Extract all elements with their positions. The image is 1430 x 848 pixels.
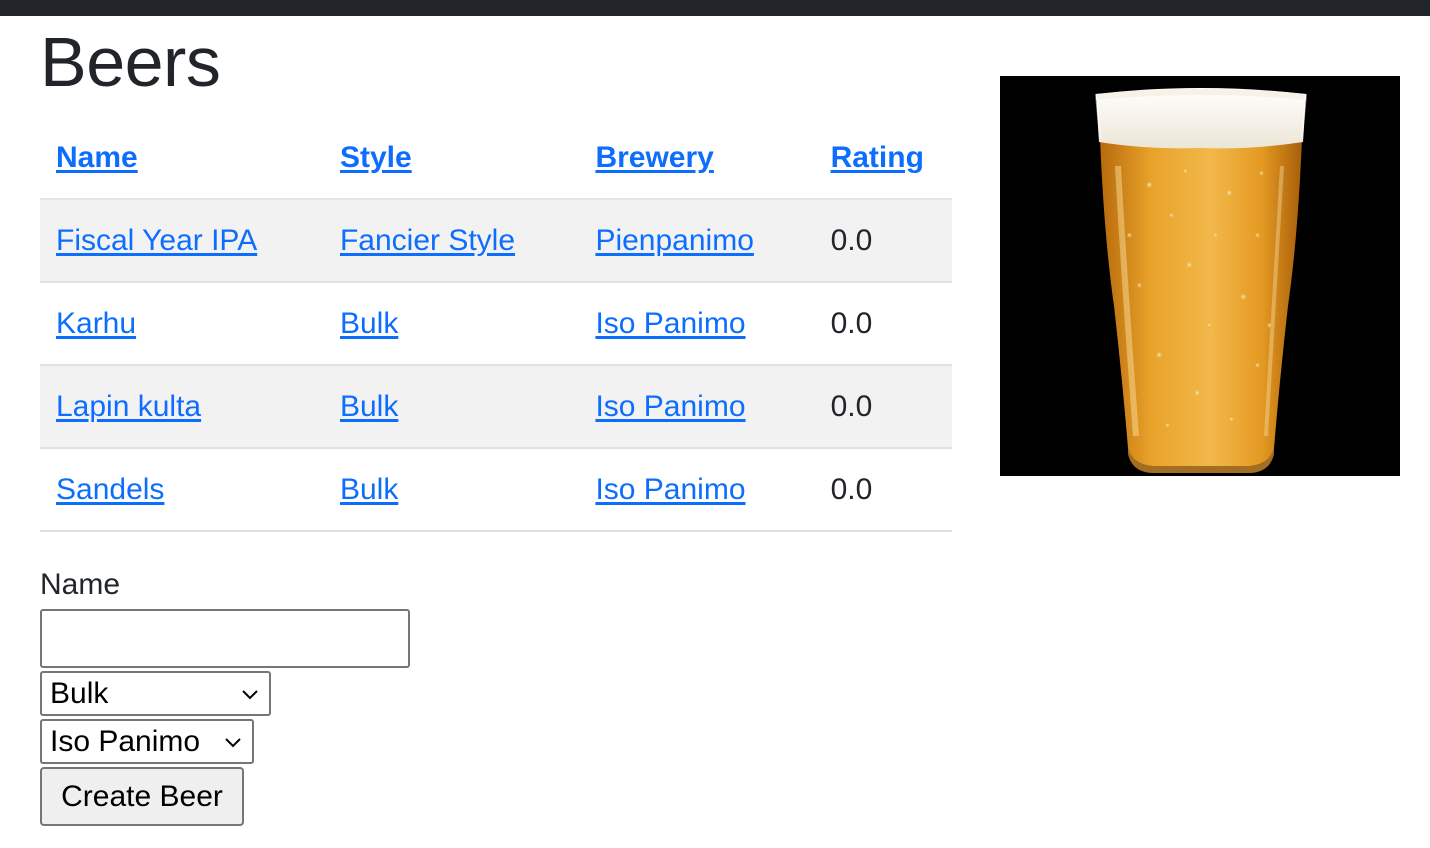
style-link[interactable]: Bulk [340, 307, 398, 340]
cell-rating: 0.0 [814, 282, 952, 366]
table-row: Lapin kulta Bulk Iso Panimo 0.0 [40, 365, 952, 449]
beer-name-link[interactable]: Sandels [56, 473, 164, 506]
sort-by-style-link[interactable]: Style [340, 141, 412, 174]
brewery-select-value: Iso Panimo [50, 724, 201, 758]
page-title: Beers [40, 23, 221, 101]
brewery-link[interactable]: Iso Panimo [595, 307, 745, 340]
table-row: Karhu Bulk Iso Panimo 0.0 [40, 282, 952, 366]
brewery-link[interactable]: Iso Panimo [595, 390, 745, 423]
style-link[interactable]: Fancier Style [340, 224, 515, 257]
table-header-row: Name Style Brewery Rating [40, 118, 952, 200]
style-select[interactable]: Bulk [40, 671, 271, 716]
beer-glass-illustration [1095, 88, 1307, 473]
cell-name: Sandels [40, 448, 324, 532]
brewery-select[interactable]: Iso Panimo [40, 719, 254, 764]
table-row: Sandels Bulk Iso Panimo 0.0 [40, 448, 952, 532]
header-rating: Rating [814, 118, 952, 200]
create-beer-form: Name Bulk Iso Panimo Create Beer [40, 566, 410, 826]
beer-name-link[interactable]: Lapin kulta [56, 390, 201, 423]
chevron-down-icon [242, 689, 258, 699]
sort-by-rating-link[interactable]: Rating [831, 141, 924, 174]
style-select-value: Bulk [50, 676, 109, 710]
cell-name: Karhu [40, 282, 324, 366]
header-brewery: Brewery [579, 118, 815, 200]
sort-by-name-link[interactable]: Name [56, 141, 138, 174]
style-link[interactable]: Bulk [340, 473, 398, 506]
cell-brewery: Pienpanimo [579, 199, 815, 283]
beer-name-link[interactable]: Fiscal Year IPA [56, 224, 257, 257]
cell-rating: 0.0 [814, 199, 952, 283]
style-link[interactable]: Bulk [340, 390, 398, 423]
create-beer-button[interactable]: Create Beer [40, 767, 244, 826]
chevron-down-icon [225, 737, 241, 747]
header-name: Name [40, 118, 324, 200]
beers-table: Name Style Brewery Rating Fiscal Year IP… [40, 118, 952, 532]
name-label: Name [40, 568, 121, 601]
cell-rating: 0.0 [814, 365, 952, 449]
brewery-link[interactable]: Iso Panimo [595, 473, 745, 506]
cell-rating: 0.0 [814, 448, 952, 532]
header-style: Style [323, 118, 580, 200]
beer-name-link[interactable]: Karhu [56, 307, 136, 340]
brewery-link[interactable]: Pienpanimo [595, 224, 753, 257]
name-input[interactable] [40, 609, 410, 668]
cell-name: Fiscal Year IPA [40, 199, 324, 283]
cell-brewery: Iso Panimo [579, 448, 815, 532]
cell-name: Lapin kulta [40, 365, 324, 449]
cell-brewery: Iso Panimo [579, 365, 815, 449]
table-row: Fiscal Year IPA Fancier Style Pienpanimo… [40, 199, 952, 283]
top-navbar [0, 0, 1430, 16]
cell-brewery: Iso Panimo [579, 282, 815, 366]
cell-style: Bulk [323, 448, 580, 532]
sort-by-brewery-link[interactable]: Brewery [595, 141, 713, 174]
cell-style: Fancier Style [323, 199, 580, 283]
beer-glass-image [1000, 76, 1400, 476]
cell-style: Bulk [323, 365, 580, 449]
cell-style: Bulk [323, 282, 580, 366]
